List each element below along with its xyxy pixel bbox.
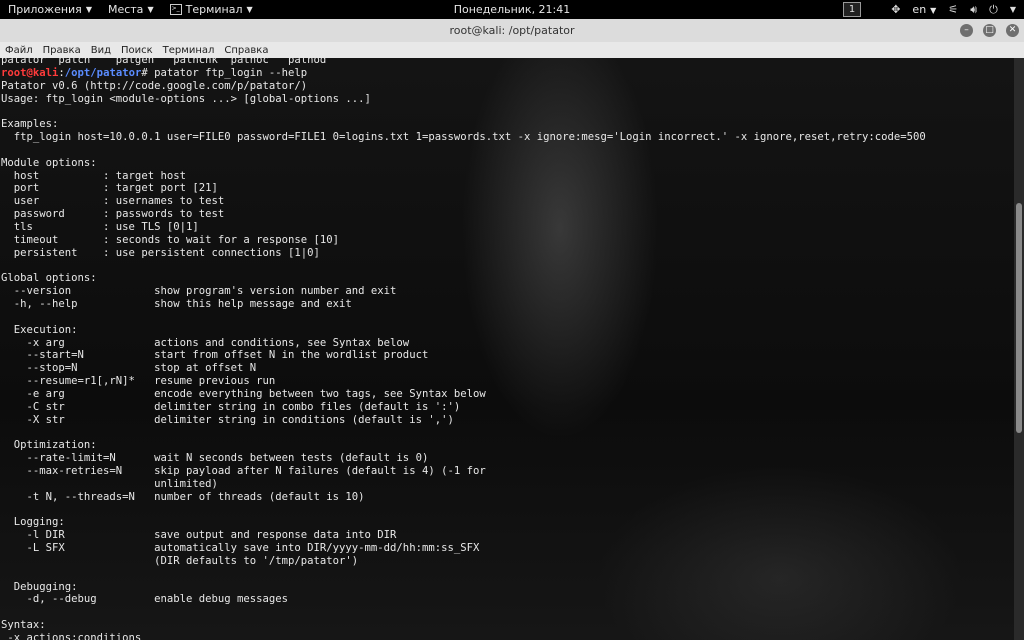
menu-edit[interactable]: Правка [38, 45, 86, 56]
prompt-path: /opt/patator [64, 66, 142, 79]
terminal-view[interactable]: patator patch patgen pathchk pathoc path… [0, 58, 1014, 640]
accessibility-icon[interactable]: ✥ [891, 3, 900, 16]
terminal-output-block: patator patch patgen pathchk pathoc path… [1, 58, 926, 640]
previous-output-line: patator patch patgen pathchk pathoc path… [1, 58, 327, 66]
power-icon[interactable]: ⏻ [989, 3, 998, 17]
applications-label: Приложения [8, 3, 82, 16]
keyboard-layout-label: en [912, 3, 927, 16]
chevron-down-icon[interactable]: ▼ [1010, 5, 1016, 14]
close-icon[interactable]: ✕ [1006, 24, 1019, 37]
chevron-down-icon: ▼ [147, 5, 154, 14]
menu-help[interactable]: Справка [219, 45, 273, 56]
workspace-indicator[interactable]: 1 [842, 2, 862, 17]
keyboard-layout[interactable]: en ▼ [912, 3, 936, 16]
window-titlebar[interactable]: root@kali: /opt/patator – □ ✕ [0, 19, 1024, 43]
places-label: Места [107, 3, 144, 16]
chevron-down-icon: ▼ [85, 5, 92, 14]
network-icon[interactable]: ⚟ [948, 3, 958, 16]
system-tray: 1 ✥ en ▼ ⚟ 🔊︎ ⏻ ▼ [842, 0, 1024, 19]
menu-file[interactable]: Файл [0, 45, 38, 56]
chevron-down-icon: ▼ [246, 5, 253, 14]
chevron-down-icon: ▼ [930, 6, 937, 15]
maximize-icon[interactable]: □ [983, 24, 996, 37]
menu-view[interactable]: Вид [86, 45, 116, 56]
terminal-app-menu[interactable]: >_ Терминал ▼ [162, 0, 261, 19]
terminal-icon: >_ [169, 4, 182, 15]
terminal-app-label: Терминал [185, 3, 243, 16]
scrollbar-thumb[interactable] [1016, 203, 1022, 433]
places-menu[interactable]: Места ▼ [100, 0, 162, 19]
menu-search[interactable]: Поиск [116, 45, 158, 56]
minimize-icon[interactable]: – [960, 24, 973, 37]
top-bar: Приложения ▼ Места ▼ >_ Терминал ▼ Понед… [0, 0, 1024, 19]
applications-menu[interactable]: Приложения ▼ [0, 0, 100, 19]
volume-icon[interactable]: 🔊︎ [970, 3, 977, 17]
terminal-scrollbar[interactable] [1014, 58, 1024, 640]
menu-terminal[interactable]: Терминал [158, 45, 220, 56]
help-output: Patator v0.6 (http://code.google.com/p/p… [1, 79, 926, 640]
terminal-menubar: Файл Правка Вид Поиск Терминал Справка [0, 42, 1024, 59]
prompt-user: root@kali [1, 66, 59, 79]
command-line: # patator ftp_login --help [141, 66, 308, 79]
window-title: root@kali: /opt/patator [449, 24, 575, 37]
